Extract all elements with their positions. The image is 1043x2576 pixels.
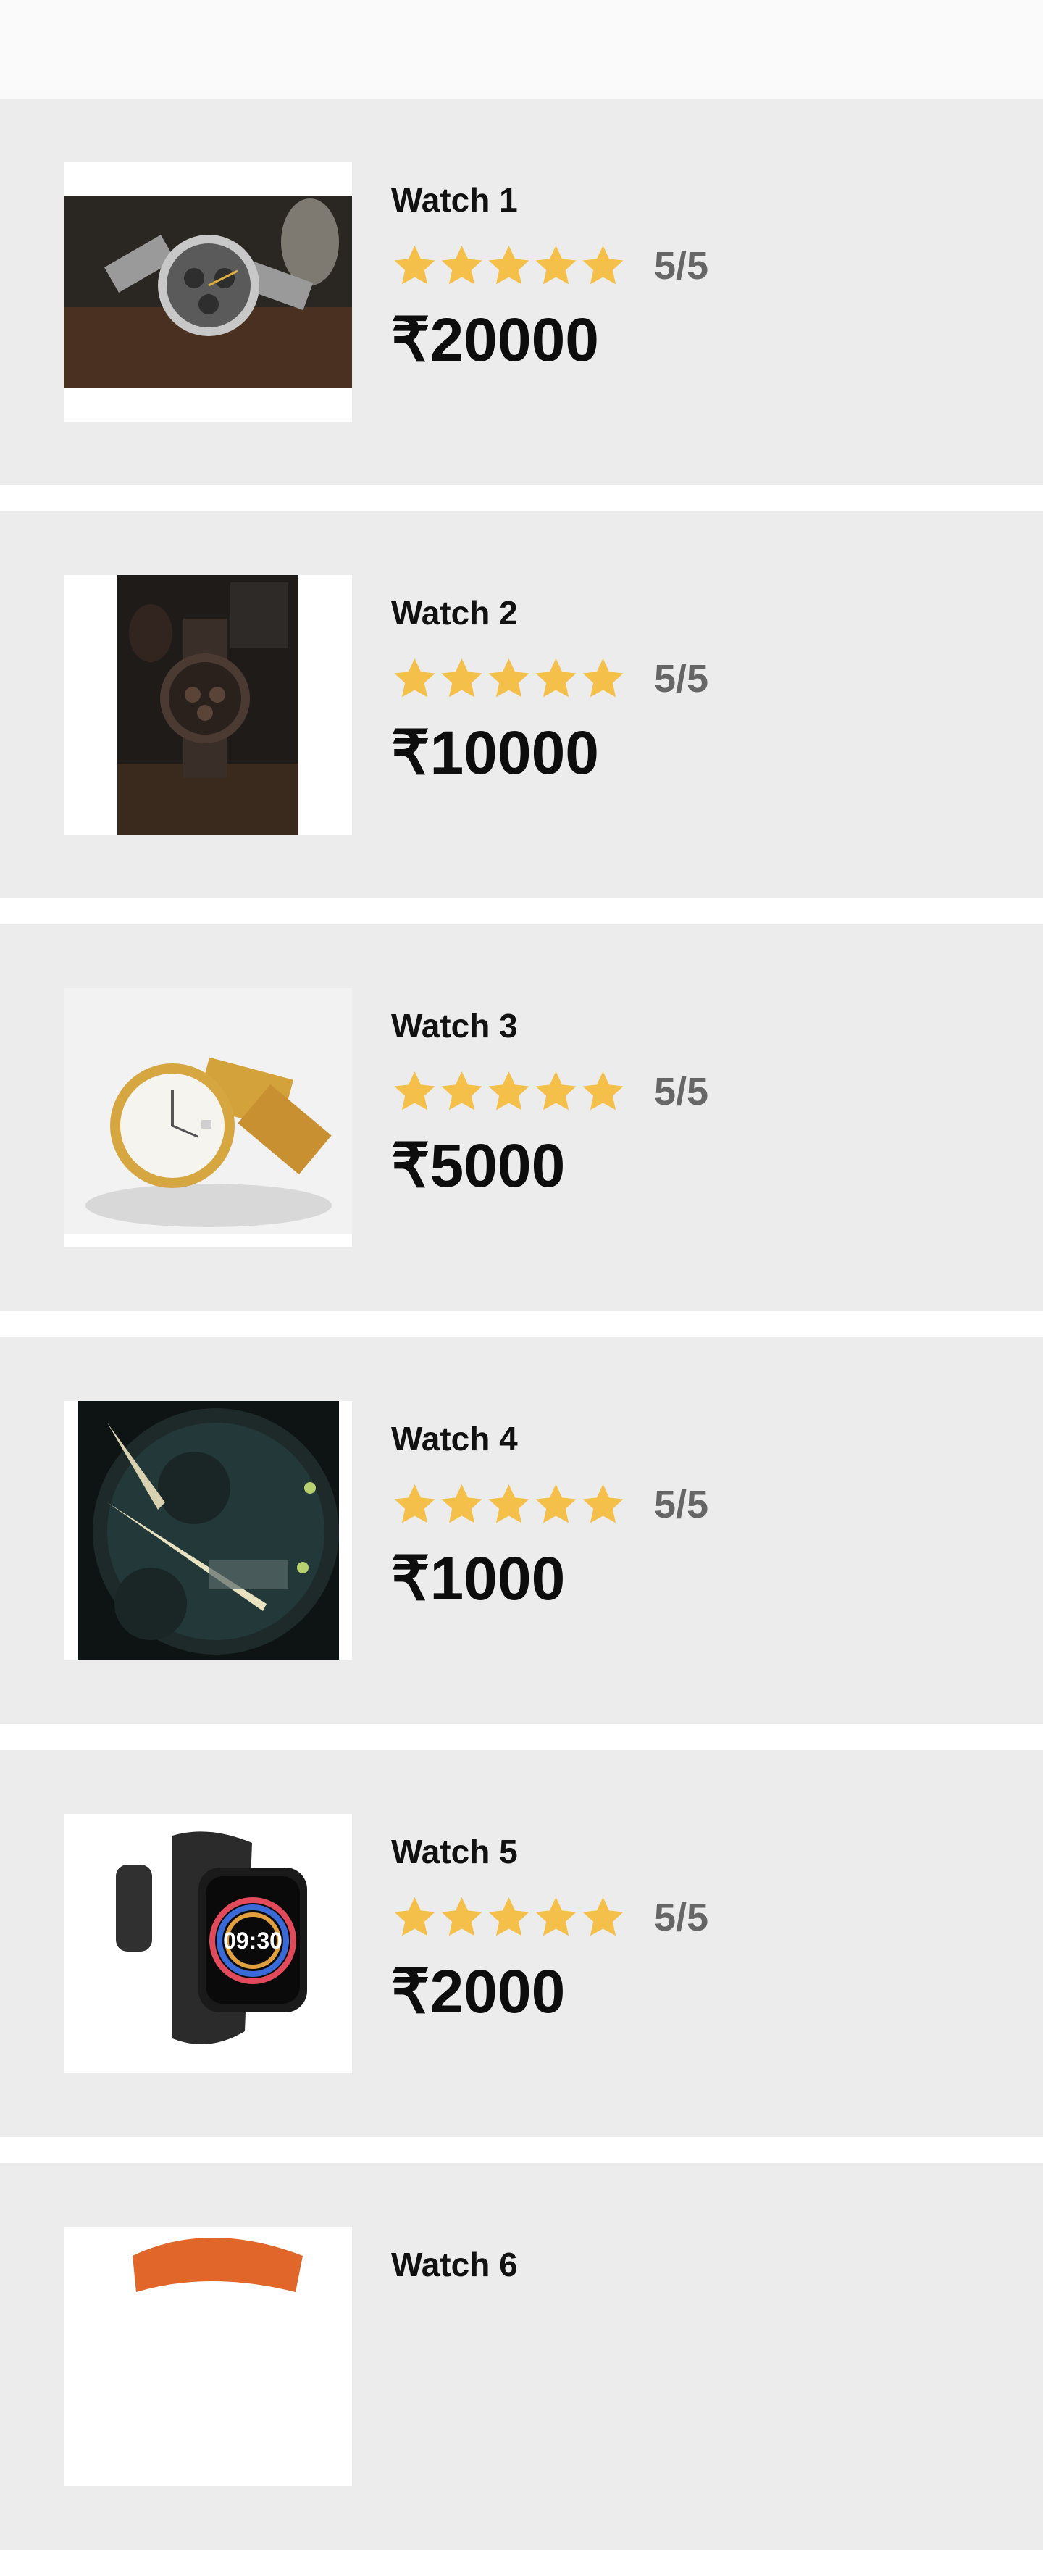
product-title[interactable]: Watch 2: [391, 593, 708, 633]
top-app-bar: [0, 0, 1043, 99]
star-icon: [532, 1069, 579, 1115]
product-image-watch-4: [64, 1401, 352, 1660]
star-icon: [391, 656, 438, 702]
star-icon: [485, 656, 532, 702]
product-title[interactable]: Watch 6: [391, 2244, 518, 2285]
product-card[interactable]: 09:30 Watch 5 5/5 ₹2000: [0, 1750, 1043, 2137]
product-card[interactable]: Watch 3 5/5 ₹5000: [0, 924, 1043, 1311]
star-icon: [438, 656, 485, 702]
star-icon: [438, 1481, 485, 1528]
star-icon: [391, 1069, 438, 1115]
product-price: ₹20000: [391, 306, 600, 374]
rating-row: 5/5: [391, 1479, 708, 1530]
star-icon: [579, 1069, 627, 1115]
rating-stars: [391, 1069, 627, 1115]
star-icon: [485, 1069, 532, 1115]
star-icon: [485, 243, 532, 289]
rating-row: 5/5: [391, 1066, 708, 1117]
rating-stars: [391, 656, 627, 702]
star-icon: [579, 1481, 627, 1528]
star-icon: [391, 1481, 438, 1528]
smartwatch-time: 09:30: [223, 1928, 282, 1954]
product-image-watch-6: [64, 2227, 352, 2486]
product-list: Watch 1 5/5 ₹20000 Watch 2 5/5 ₹10000 Wa…: [0, 99, 1043, 2576]
rating-value: 5/5: [654, 1896, 709, 1939]
star-icon: [391, 1894, 438, 1941]
star-icon: [485, 1894, 532, 1941]
product-title[interactable]: Watch 1: [391, 180, 708, 220]
star-icon: [532, 243, 579, 289]
rating-stars: [391, 1894, 627, 1941]
star-icon: [532, 1894, 579, 1941]
product-image-watch-3: [64, 988, 352, 1247]
rating-value: 5/5: [654, 244, 709, 288]
star-icon: [579, 1894, 627, 1941]
rating-stars: [391, 1481, 627, 1528]
product-price: ₹1000: [391, 1544, 566, 1613]
star-icon: [579, 656, 627, 702]
rating-value: 5/5: [654, 1070, 709, 1113]
product-title[interactable]: Watch 3: [391, 1005, 708, 1046]
product-card[interactable]: Watch 2 5/5 ₹10000: [0, 511, 1043, 898]
star-icon: [438, 243, 485, 289]
rating-row: 5/5: [391, 241, 708, 291]
product-card[interactable]: Watch 1 5/5 ₹20000: [0, 99, 1043, 485]
product-price: ₹2000: [391, 1957, 566, 2025]
star-icon: [532, 1481, 579, 1528]
star-icon: [579, 243, 627, 289]
rating-row: 5/5: [391, 1892, 708, 1943]
product-price: ₹5000: [391, 1132, 566, 1200]
star-icon: [391, 243, 438, 289]
rating-stars: [391, 243, 627, 289]
product-image-watch-2: [64, 575, 352, 835]
product-image-watch-1: [64, 162, 352, 422]
product-title[interactable]: Watch 5: [391, 1831, 708, 1872]
rating-row: 5/5: [391, 653, 708, 704]
star-icon: [438, 1069, 485, 1115]
product-image-watch-5: 09:30: [64, 1814, 352, 2073]
star-icon: [485, 1481, 532, 1528]
product-title[interactable]: Watch 4: [391, 1418, 708, 1459]
star-icon: [438, 1894, 485, 1941]
rating-value: 5/5: [654, 657, 709, 701]
star-icon: [532, 656, 579, 702]
product-card[interactable]: Watch 6: [0, 2163, 1043, 2550]
product-card[interactable]: Watch 4 5/5 ₹1000: [0, 1337, 1043, 1724]
rating-value: 5/5: [654, 1483, 709, 1526]
product-price: ₹10000: [391, 719, 600, 787]
